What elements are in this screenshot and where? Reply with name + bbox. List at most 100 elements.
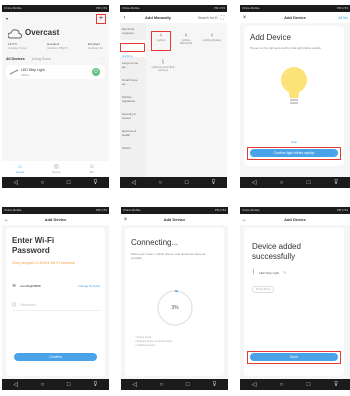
weather-stats: 19.5°C Outdoor Temp Excellent Outdoor PM2.…: [8, 42, 103, 50]
device-tile-lighting-zigbee[interactable]: ♀ Lighting (Zigbee): [202, 33, 222, 42]
device-grid: ♀ Lighting ♀ Lighting (Bluetooth) ♀ Ligh…: [148, 27, 226, 87]
add-icon[interactable]: +: [97, 14, 105, 22]
category-item-lighting[interactable]: Lighting: [120, 40, 146, 58]
success-header: ← Add Device: [240, 214, 350, 225]
tab-me[interactable]: ☺ Me: [89, 164, 95, 174]
device-card[interactable]: LED Strip Light Offline ⏻: [6, 65, 105, 79]
added-device-row[interactable]: ⌇ LED Strip Light ✎: [252, 269, 338, 276]
category-item[interactable]: Exercise & health: [120, 125, 146, 142]
nav-menu-icon[interactable]: ⊽: [212, 381, 216, 388]
nav-back-icon[interactable]: ◁: [252, 179, 257, 186]
wifi-title: Enter Wi-Fi Password: [12, 236, 55, 255]
lighting-device-highlight: [151, 31, 171, 51]
device-status: Offline: [21, 73, 30, 77]
status-bar: China Mobile PM 1:53: [2, 5, 109, 12]
help-link[interactable]: Help: [244, 140, 344, 144]
nav-menu-icon[interactable]: ⊽: [93, 179, 97, 186]
wifi-card: Enter Wi-Fi Password Only support 2.4GHz…: [6, 228, 105, 376]
card-desc: Power on the light and confirm that ligh…: [250, 46, 321, 50]
category-item[interactable]: Small home ap...: [120, 74, 146, 91]
nav-back-icon[interactable]: ◁: [132, 381, 137, 388]
screen-home: China Mobile PM 1:53 ▾ + Overcast 19.5°C…: [2, 5, 109, 188]
nav-recents-icon[interactable]: □: [67, 180, 71, 186]
tab-home[interactable]: ⌂ Home: [16, 164, 24, 174]
category-item[interactable]: Electrical engineer...: [120, 23, 146, 40]
category-item[interactable]: Kitchen Appliance: [120, 91, 146, 108]
status-bar: China Mobile PM 1:53: [240, 207, 350, 214]
tab-more[interactable]: ···: [102, 57, 106, 61]
close-icon[interactable]: ×: [121, 217, 130, 223]
wifi-warning: Only support 2.4GHz Wi-Fi network: [12, 260, 75, 265]
device-tile-lightstrip[interactable]: ⌇ Lightstrip (other BLE devices): [151, 59, 175, 72]
android-nav-bar: ◁ ○ □ ⊽: [120, 177, 227, 188]
light-strip-icon: ⌇: [252, 270, 255, 276]
scan-icon[interactable]: ⛶: [220, 15, 224, 21]
close-icon[interactable]: ×: [240, 15, 249, 21]
category-item[interactable]: Others: [120, 142, 146, 159]
added-device-name: LED Strip Light: [258, 270, 280, 275]
nav-home-icon[interactable]: ○: [280, 382, 284, 388]
home-selector[interactable]: ▾: [6, 16, 8, 21]
connecting-title: Connecting...: [131, 238, 179, 247]
password-row[interactable]: ⊡ Password: [12, 302, 100, 311]
done-button[interactable]: Done: [250, 353, 338, 361]
power-button[interactable]: ⏻: [92, 68, 100, 76]
connecting-card: Connecting... Place your router, mobile …: [125, 228, 224, 376]
android-nav-bar: ◁ ○ □ ⊽: [240, 379, 350, 390]
tab-all-devices[interactable]: All Devices: [6, 57, 25, 61]
screen-connecting: China Mobile PM 1:53 × Add Device Connect…: [121, 207, 228, 390]
home-header: ▾ +: [2, 12, 109, 25]
nav-recents-icon[interactable]: □: [185, 180, 189, 186]
category-item[interactable]: Security & sensor: [120, 108, 146, 125]
device-tile-lighting[interactable]: ♀ Lighting: [151, 31, 171, 51]
change-network-link[interactable]: Change Network: [78, 284, 100, 288]
add-device-header: × Add Device All Mo: [240, 12, 350, 23]
nav-back-icon[interactable]: ◁: [131, 179, 136, 186]
weather-text: Overcast: [25, 28, 60, 37]
edit-icon[interactable]: ✎: [283, 270, 286, 275]
room-chip[interactable]: Dining Room: [252, 286, 275, 293]
success-card: Device added successfully ⌇ LED Strip Li…: [244, 228, 344, 376]
back-icon[interactable]: ←: [2, 217, 11, 223]
status-bar: China Mobile PM 1:53: [121, 207, 228, 214]
nav-home-icon[interactable]: ○: [160, 382, 164, 388]
nav-recents-icon[interactable]: □: [307, 382, 311, 388]
nav-back-icon[interactable]: ◁: [13, 179, 18, 186]
nav-menu-icon[interactable]: ⊽: [334, 179, 338, 186]
nav-recents-icon[interactable]: □: [307, 180, 311, 186]
add-manually-header: ‹ Add Manually Search for D ⛶: [120, 12, 227, 23]
nav-back-icon[interactable]: ◁: [252, 381, 257, 388]
connecting-header: × Add Device: [121, 214, 228, 225]
search-link[interactable]: Search for D: [198, 16, 218, 20]
nav-home-icon[interactable]: ○: [280, 180, 284, 186]
nav-back-icon[interactable]: ◁: [13, 381, 18, 388]
nav-menu-icon[interactable]: ⊽: [211, 179, 215, 186]
back-icon[interactable]: ←: [240, 217, 249, 223]
all-modes-link[interactable]: All Mo: [338, 16, 348, 20]
light-strip-icon: [10, 69, 18, 75]
nav-home-icon[interactable]: ○: [41, 382, 45, 388]
tab-scene[interactable]: ◎ Scene: [52, 164, 61, 174]
category-list: Electrical engineer... Lighting Large ho…: [120, 23, 146, 177]
ssid-row[interactable]: ≋ wondrlight5868 Change Network: [12, 283, 100, 289]
connecting-desc: Place your router, mobile phone, and dev…: [131, 252, 206, 260]
tab-living-room[interactable]: Living Room: [32, 57, 51, 61]
card-title: Add Device: [250, 33, 291, 42]
confirm-blinks-button[interactable]: Confirm light blinks rapidly: [250, 149, 338, 157]
stat-air: Excellent Outdoor Air: [87, 42, 103, 50]
device-tile-lighting-ble[interactable]: ♀ Lighting (Bluetooth): [176, 33, 196, 45]
weather-panel: Overcast 19.5°C Outdoor Temp Excellent Out…: [8, 27, 103, 55]
nav-home-icon[interactable]: ○: [159, 180, 163, 186]
nav-menu-icon[interactable]: ⊽: [93, 381, 97, 388]
nav-menu-icon[interactable]: ⊽: [334, 381, 338, 388]
nav-recents-icon[interactable]: □: [186, 382, 190, 388]
nav-recents-icon[interactable]: □: [67, 382, 71, 388]
cloud-icon: [8, 29, 22, 39]
nav-home-icon[interactable]: ○: [41, 180, 45, 186]
back-icon[interactable]: ‹: [120, 15, 129, 21]
step-list: • Device found • Register device on Smar…: [135, 336, 172, 348]
screen-add-device: China Mobile PM 1:53 × Add Device All Mo …: [240, 5, 350, 188]
confirm-button[interactable]: Confirm: [14, 353, 97, 361]
password-input[interactable]: Password: [20, 303, 35, 307]
wifi-icon: ≋: [12, 283, 17, 289]
